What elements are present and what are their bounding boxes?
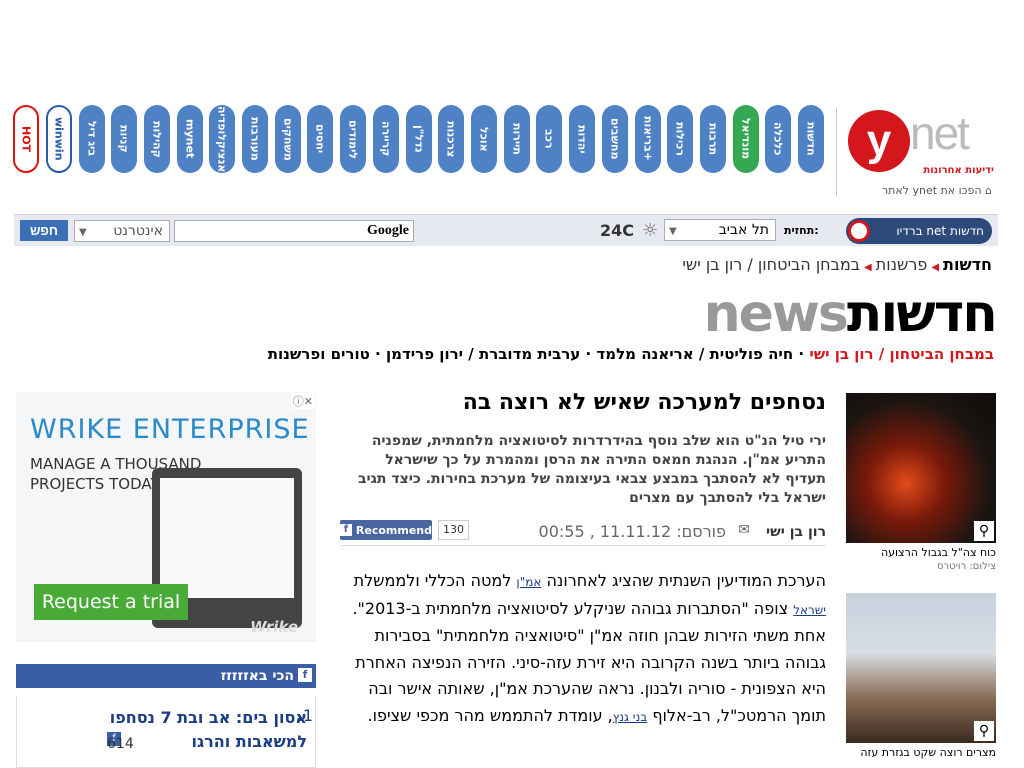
search-scope-value: אינטרנט — [113, 223, 163, 239]
facebook-icon: f — [340, 524, 352, 536]
channel-16[interactable]: משחקים — [275, 105, 301, 173]
facebook-icon: f — [298, 668, 312, 682]
article-photo-2[interactable]: ⚲ — [846, 593, 996, 743]
channel-24[interactable]: HOT — [13, 105, 39, 173]
magnify-icon[interactable]: ⚲ — [974, 521, 994, 541]
channel-21[interactable]: קניות — [111, 105, 137, 173]
wrike-ad[interactable]: WRIKE ENTERPRISE MANAGE A THOUSAND PROJE… — [16, 392, 316, 642]
chevron-down-icon: ▼ — [669, 226, 677, 237]
article-headline: נסחפים למערכה שאיש לא רוצה בה — [462, 390, 826, 415]
buzz-item-link[interactable]: אסון בים: אב ובת 7 נסחפו למשאבות והרגו — [37, 706, 307, 754]
channel-0[interactable]: חדשות — [798, 105, 824, 173]
breadcrumb-arrow-icon: ◀ — [864, 262, 872, 273]
photo-credit-1: צילום: רויטרס — [937, 561, 996, 572]
channel-11[interactable]: צרכנות — [438, 105, 464, 173]
chevron-down-icon: ▼ — [79, 227, 87, 238]
article-body: הערכת המודיעין השנתית שהציג לאחרונה אמ"ן… — [340, 568, 826, 730]
play-icon — [848, 220, 870, 242]
logo-subtitle: ידיעות אחרונות — [923, 165, 994, 176]
channel-8[interactable]: רכב — [536, 105, 562, 173]
ynet-logo[interactable]: y net ידיעות אחרונות — [848, 106, 998, 176]
channel-22[interactable]: ביג דיל — [79, 105, 105, 173]
search-button[interactable]: חפש — [20, 220, 68, 241]
body-text: למטה הכללי ולממשלת — [353, 571, 517, 590]
adchoices-icon[interactable]: ⓘ✕ — [290, 393, 315, 409]
column-subnav: במבחן הביטחון / רון בן ישי · חיה פוליטית… — [268, 345, 994, 363]
city-value: תל אביב — [718, 222, 769, 238]
channel-12[interactable]: נדל"ן — [406, 105, 432, 173]
article-meta: רון בן ישי ✉ פורסם: 11.11.12 , 00:55 f R… — [340, 520, 826, 546]
channel-5[interactable]: בריאות+ — [635, 105, 661, 173]
city-select[interactable]: ▼ תל אביב — [664, 219, 776, 241]
channel-20[interactable]: קהילות — [144, 105, 170, 173]
buzz-item-count: 614 — [107, 736, 134, 752]
author-link[interactable]: רון בן ישי — [766, 524, 826, 540]
forecast-label: תחזית: — [784, 224, 819, 237]
body-text: הערכת המודיעין השנתית שהציג לאחרונה — [541, 571, 826, 590]
link-aman[interactable]: אמ"ן — [516, 575, 541, 589]
channel-7[interactable]: יהדות — [569, 105, 595, 173]
photo-caption-2: מצרים רוצה שקט בגזרת עזה — [860, 746, 996, 759]
ad-title: WRIKE ENTERPRISE — [30, 414, 310, 445]
channel-15[interactable]: יחסים — [307, 105, 333, 173]
home-icon: ⌂ — [985, 184, 992, 197]
recommend-count: 130 — [438, 520, 469, 540]
channel-14[interactable]: לימודים — [340, 105, 366, 173]
breadcrumb: חדשות◀פרשנות◀במבחן הביטחון / רון בן ישי — [682, 255, 992, 274]
logo-y: y — [848, 110, 910, 172]
radio-button[interactable]: חדשות net ברדיו — [846, 218, 992, 244]
channel-23[interactable]: winwin — [46, 105, 72, 173]
facebook-recommend-button[interactable]: f Recommend — [340, 520, 432, 540]
link-gantz[interactable]: בני גנץ — [613, 710, 647, 724]
temperature: 24C — [600, 221, 635, 240]
channel-6[interactable]: מחשבים — [602, 105, 628, 173]
breadcrumb-root[interactable]: חדשות — [943, 255, 992, 274]
section-title-he: חדשות — [846, 284, 998, 344]
ad-brand: Wrike — [250, 618, 298, 636]
channel-19[interactable]: mynet — [177, 105, 203, 173]
buzz-title: הכי באזזזזז — [220, 668, 294, 684]
breadcrumb-arrow-icon: ◀ — [931, 262, 940, 273]
buzz-list: 1. אסון בים: אב ובת 7 נסחפו למשאבות והרג… — [16, 696, 316, 768]
subnav-items[interactable]: חיה פוליטית / אריאנה מלמד · ערבית מדוברת… — [268, 345, 793, 363]
search-weather-bar: חפש ▼ אינטרנט Google 24C ☼ ▼ תל אביב תחז… — [14, 214, 998, 246]
channel-4[interactable]: רכילות — [667, 105, 693, 173]
buzz-header: f הכי באזזזזז — [16, 664, 316, 688]
section-title: newsחדשות — [703, 284, 998, 344]
article-photo-1[interactable]: ⚲ — [846, 393, 996, 543]
logo-divider — [836, 108, 837, 196]
channel-10[interactable]: אוכל — [471, 105, 497, 173]
channel-17[interactable]: מעורבות — [242, 105, 268, 173]
ad-cta-button[interactable]: Request a trial — [34, 584, 188, 620]
search-scope-select[interactable]: ▼ אינטרנט — [74, 220, 170, 242]
mail-icon[interactable]: ✉ — [738, 522, 750, 538]
link-israel[interactable]: ישראל — [793, 603, 826, 617]
recommend-label: Recommend — [355, 523, 432, 537]
subnav-separator: · — [793, 345, 805, 363]
magnify-icon[interactable]: ⚲ — [974, 721, 994, 741]
set-homepage-label: הפכו את ynet לאתר — [881, 184, 982, 197]
channel-2[interactable]: מונדיאל — [733, 105, 759, 173]
radio-label: חדשות net ברדיו — [896, 224, 984, 238]
channel-9[interactable]: תיירות — [504, 105, 530, 173]
breadcrumb-section[interactable]: פרשנות — [876, 255, 928, 274]
subnav-active[interactable]: במבחן הביטחון / רון בן ישי — [809, 345, 994, 363]
search-input[interactable]: Google — [174, 220, 414, 242]
sun-icon: ☼ — [642, 220, 659, 241]
channel-1[interactable]: כלכלה — [765, 105, 791, 173]
google-logo: Google — [367, 223, 409, 238]
photo-caption-1: כוח צה"ל בגבול הרצועה — [880, 546, 996, 559]
channel-13[interactable]: קריירה — [373, 105, 399, 173]
body-text: , עומדת להתממש מהר מכפי שציפו. — [367, 705, 613, 725]
set-homepage-link[interactable]: ⌂ הפכו את ynet לאתר — [882, 184, 992, 197]
channel-3[interactable]: תרבות — [700, 105, 726, 173]
logo-net: net — [910, 107, 970, 159]
published-date: פורסם: 11.11.12 , 00:55 — [538, 522, 726, 541]
article-lead: ירי טיל הנ"ט הוא שלב נוסף בהידרדרות לסיט… — [358, 433, 826, 506]
channel-18[interactable]: אנציקלופדיה — [209, 105, 235, 173]
section-title-en: news — [703, 284, 849, 344]
breadcrumb-column[interactable]: במבחן הביטחון / רון בן ישי — [682, 255, 860, 274]
